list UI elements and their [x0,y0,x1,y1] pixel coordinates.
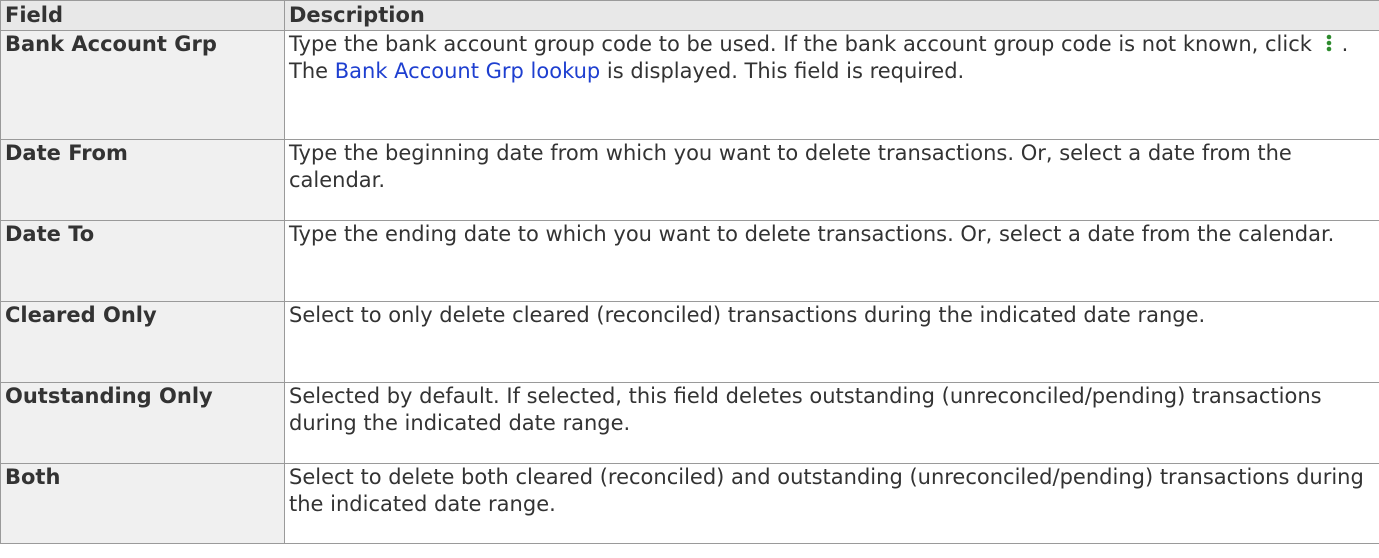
bank-account-grp-lookup-link[interactable]: Bank Account Grp lookup [335,59,600,83]
field-name-date-to: Date To [0,220,285,302]
vertical-ellipsis-lookup-icon [1322,32,1336,54]
table-row: Bank Account Grp Type the bank account g… [0,30,1379,140]
description-text: is displayed. This field is required. [606,59,965,83]
field-description-date-from: Type the beginning date from which you w… [284,139,1379,221]
table-row: Both Select to delete both cleared (reco… [0,463,1379,544]
field-description-bank-account-grp: Type the bank account group code to be u… [284,30,1379,140]
field-description-both: Select to delete both cleared (reconcile… [284,463,1379,544]
column-header-field: Field [0,0,285,31]
column-header-description: Description [284,0,1379,31]
field-name-date-from: Date From [0,139,285,221]
field-description-outstanding-only: Selected by default. If selected, this f… [284,382,1379,464]
field-name-cleared-only: Cleared Only [0,301,285,383]
field-name-outstanding-only: Outstanding Only [0,382,285,464]
field-name-bank-account-grp: Bank Account Grp [0,30,285,140]
table-row: Cleared Only Select to only delete clear… [0,301,1379,383]
table-header-row: Field Description [0,0,1379,31]
table-row: Date To Type the ending date to which yo… [0,220,1379,302]
field-description-table: Field Description Bank Account Grp Type … [0,0,1379,544]
description-text: Type the bank account group code to be u… [289,32,1312,56]
table-row: Date From Type the beginning date from w… [0,139,1379,221]
field-name-both: Both [0,463,285,544]
field-description-date-to: Type the ending date to which you want t… [284,220,1379,302]
field-description-cleared-only: Select to only delete cleared (reconcile… [284,301,1379,383]
table-row: Outstanding Only Selected by default. If… [0,382,1379,464]
